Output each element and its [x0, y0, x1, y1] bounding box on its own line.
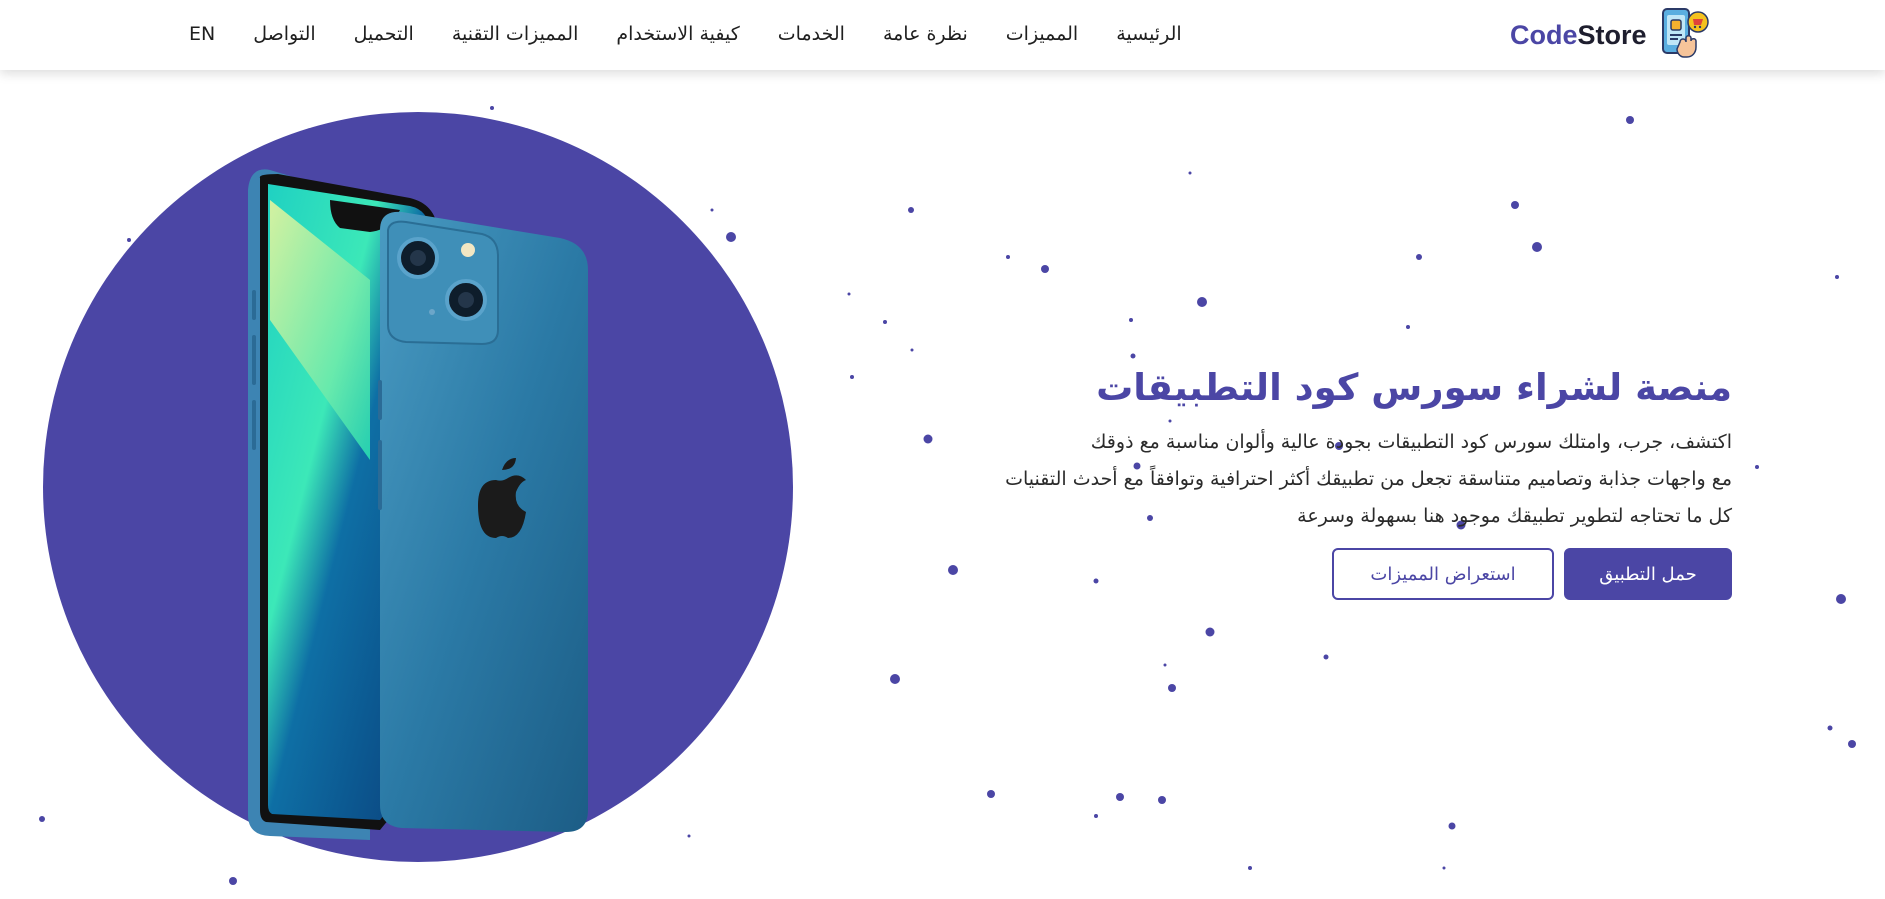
brand-logo[interactable]: CodeStore: [1510, 6, 1710, 60]
particle: [1197, 297, 1207, 307]
particle: [1848, 740, 1856, 748]
brand-name: CodeStore: [1510, 20, 1647, 51]
hero-content: منصة لشراء سورس كود التطبيقات اكتشف، جرب…: [832, 360, 1732, 535]
hero-description-line-1: اكتشف، جرب، وامتلك سورس كود التطبيقات بج…: [1090, 431, 1732, 453]
brand-name-store: Store: [1577, 20, 1647, 50]
particle: [1248, 866, 1252, 870]
particle: [847, 292, 851, 296]
top-navbar: EN التواصل التحميل المميزات التقنية كيفي…: [0, 0, 1885, 70]
store-logo-icon: [1662, 8, 1709, 58]
particle: [908, 207, 914, 213]
particle: [987, 790, 995, 798]
particle: [1532, 242, 1542, 252]
particle: [1836, 594, 1846, 604]
particle: [1094, 814, 1098, 818]
particle: [1323, 654, 1329, 660]
particle: [1116, 793, 1124, 801]
main-navigation: EN التواصل التحميل المميزات التقنية كيفي…: [170, 0, 1201, 68]
nav-overview[interactable]: نظرة عامة: [864, 23, 987, 45]
particle: [1006, 255, 1010, 259]
particle: [1442, 866, 1446, 870]
particle: [948, 565, 958, 575]
particle: [1041, 265, 1049, 273]
particle: [910, 348, 914, 352]
particle: [1626, 116, 1634, 124]
particle: [490, 106, 494, 110]
particle: [1163, 663, 1167, 667]
view-features-button[interactable]: استعراض المميزات: [1332, 548, 1554, 600]
nav-tech-features[interactable]: المميزات التقنية: [433, 23, 598, 45]
nav-features[interactable]: المميزات: [987, 23, 1097, 45]
particle: [1093, 578, 1099, 584]
particle: [1158, 796, 1166, 804]
particle: [1205, 627, 1215, 637]
particle: [1406, 325, 1410, 329]
particle: [1448, 822, 1456, 830]
nav-how-to-use[interactable]: كيفية الاستخدام: [597, 23, 758, 45]
nav-services[interactable]: الخدمات: [759, 23, 864, 45]
particle: [1835, 275, 1839, 279]
nav-download[interactable]: التحميل: [335, 23, 433, 45]
particle: [1416, 254, 1422, 260]
particle: [1129, 318, 1133, 322]
hero-actions: حمل التطبيق استعراض المميزات: [1332, 548, 1732, 600]
particle: [710, 208, 714, 212]
particle: [127, 238, 131, 242]
particle: [1188, 171, 1192, 175]
hero-description-line-2: مع واجهات جذابة وتصاميم متناسقة تجعل من …: [1005, 468, 1732, 490]
brand-name-code: Code: [1510, 20, 1578, 50]
particle: [726, 232, 736, 242]
nav-lang-en[interactable]: EN: [170, 23, 234, 45]
particle: [687, 834, 691, 838]
particle: [1168, 684, 1176, 692]
particle: [229, 877, 237, 885]
smartphone-image: [248, 169, 588, 840]
hero-title: منصة لشراء سورس كود التطبيقات: [1096, 366, 1732, 409]
nav-home[interactable]: الرئيسية: [1097, 23, 1200, 45]
particle: [890, 674, 900, 684]
particle: [883, 320, 887, 324]
particle: [1130, 353, 1136, 359]
particle: [1827, 725, 1833, 731]
particle: [1755, 465, 1759, 469]
download-app-button[interactable]: حمل التطبيق: [1564, 548, 1732, 600]
hero-description-line-3: كل ما تحتاجه لتطوير تطبيقك موجود هنا بسه…: [1297, 505, 1732, 527]
nav-contact[interactable]: التواصل: [234, 23, 334, 45]
particle: [1511, 201, 1519, 209]
particle: [39, 816, 45, 822]
